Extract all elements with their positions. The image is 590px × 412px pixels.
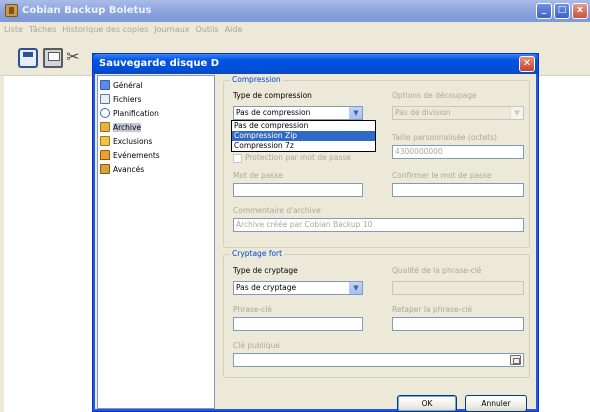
- dropdown-option[interactable]: Compression 7z: [232, 141, 375, 151]
- compression-type-label: Type de compression: [233, 91, 312, 100]
- app-icon: [5, 4, 18, 17]
- compression-legend: Compression: [230, 75, 283, 84]
- window-controls: _ □ x: [536, 3, 588, 19]
- settings-nav: Général Fichiers Planification Archive E…: [97, 75, 215, 409]
- general-icon: [100, 80, 110, 90]
- cut-icon[interactable]: ✂: [63, 48, 83, 68]
- nav-label: Exclusions: [113, 136, 153, 146]
- nav-label: Planification: [113, 108, 159, 118]
- chevron-down-icon[interactable]: ▼: [510, 107, 523, 119]
- public-key-input[interactable]: [233, 353, 524, 367]
- compression-group: Compression Type de compression Pas de c…: [223, 75, 530, 248]
- compression-type-dropdown: Pas de compression Compression Zip Compr…: [231, 120, 376, 152]
- passphrase-quality-label: Qualité de la phrase-clé: [392, 266, 482, 275]
- cancel-button[interactable]: Annuler: [465, 395, 527, 412]
- password-input[interactable]: [233, 183, 363, 197]
- menu-outils[interactable]: Outils: [196, 22, 219, 38]
- encryption-legend: Cryptage fort: [230, 249, 285, 258]
- retype-passphrase-input[interactable]: [392, 317, 524, 331]
- folder-browse-icon[interactable]: [510, 355, 521, 365]
- encryption-type-label: Type de cryptage: [233, 266, 298, 275]
- task-dialog: Sauvegarde disque D ✕ Général Fichiers P…: [92, 53, 539, 412]
- ok-button[interactable]: OK: [397, 395, 457, 412]
- encryption-group: Cryptage fort Type de cryptage Pas de cr…: [223, 249, 530, 378]
- menu-journaux[interactable]: Journaux: [154, 22, 189, 38]
- events-icon: [100, 150, 110, 160]
- nav-label: Avancés: [113, 164, 145, 174]
- compression-type-select[interactable]: Pas de compression ▼: [233, 106, 363, 120]
- maximize-button[interactable]: □: [554, 3, 570, 19]
- compression-type-value: Pas de compression: [236, 108, 311, 117]
- passphrase-input[interactable]: [233, 317, 363, 331]
- nav-label: Archive: [113, 122, 142, 132]
- confirm-password-label: Confirmer le mot de passe: [392, 171, 492, 180]
- password-protect-checkbox[interactable]: [233, 154, 242, 163]
- menu-taches[interactable]: Tâches: [29, 22, 56, 38]
- open-list-icon[interactable]: [18, 48, 38, 68]
- nav-item-events[interactable]: Evénements: [100, 149, 162, 161]
- nav-item-exclusions[interactable]: Exclusions: [100, 135, 154, 147]
- exclusions-icon: [100, 136, 110, 146]
- menu-aide[interactable]: Aide: [225, 22, 243, 38]
- custom-size-input[interactable]: 4300000000: [392, 145, 524, 159]
- nav-item-advanced[interactable]: Avancés: [100, 163, 146, 175]
- comment-label: Commentaire d'archive: [233, 206, 321, 215]
- chevron-down-icon[interactable]: ▼: [349, 282, 362, 294]
- dialog-title: Sauvegarde disque D: [99, 58, 220, 69]
- nav-label: Evénements: [113, 150, 160, 160]
- minimize-button[interactable]: _: [536, 3, 552, 19]
- main-titlebar: Cobian Backup Boletus _ □ x: [0, 0, 590, 22]
- advanced-icon: [100, 164, 110, 174]
- encryption-type-select[interactable]: Pas de cryptage ▼: [233, 281, 363, 295]
- dialog-close-button[interactable]: ✕: [519, 56, 535, 72]
- nav-item-files[interactable]: Fichiers: [100, 93, 143, 105]
- password-protect-label: Protection par mot de passe: [245, 153, 351, 162]
- custom-size-label: Taille personnalisée (octets): [392, 133, 497, 142]
- nav-item-archive[interactable]: Archive: [100, 121, 143, 133]
- dropdown-option-highlighted[interactable]: Compression Zip: [232, 131, 375, 141]
- encryption-type-value: Pas de cryptage: [236, 283, 297, 292]
- chevron-down-icon[interactable]: ▼: [349, 107, 362, 119]
- dropdown-option[interactable]: Pas de compression: [232, 121, 375, 131]
- menu-liste[interactable]: Liste: [4, 22, 23, 38]
- passphrase-label: Phrase-clé: [233, 305, 273, 314]
- close-button[interactable]: x: [572, 3, 588, 19]
- files-icon: [100, 94, 110, 104]
- main-left-border: [0, 76, 4, 412]
- dialog-titlebar: Sauvegarde disque D ✕: [93, 54, 538, 74]
- passphrase-quality-bar: [392, 281, 524, 295]
- split-options-label: Options de découpage: [392, 91, 477, 100]
- retype-passphrase-label: Retaper la phrase-clé: [392, 305, 473, 314]
- nav-label: Général: [113, 80, 143, 90]
- archive-icon: [100, 122, 110, 132]
- split-options-value: Pas de division: [395, 108, 451, 117]
- main-window-title: Cobian Backup Boletus: [22, 5, 152, 16]
- comment-input[interactable]: Archive créée par Cobian Backup 10: [233, 218, 524, 232]
- menu-bar: Liste Tâches Historique des copies Journ…: [0, 22, 590, 38]
- confirm-password-input[interactable]: [392, 183, 524, 197]
- menu-historique[interactable]: Historique des copies: [62, 22, 148, 38]
- split-options-select[interactable]: Pas de division ▼: [392, 106, 524, 120]
- nav-label: Fichiers: [113, 94, 142, 104]
- nav-item-general[interactable]: Général: [100, 79, 145, 91]
- clock-icon: [100, 108, 110, 118]
- save-icon[interactable]: [43, 48, 63, 68]
- password-label: Mot de passe: [233, 171, 283, 180]
- public-key-label: Clé publique: [233, 341, 280, 350]
- nav-item-planification[interactable]: Planification: [100, 107, 161, 119]
